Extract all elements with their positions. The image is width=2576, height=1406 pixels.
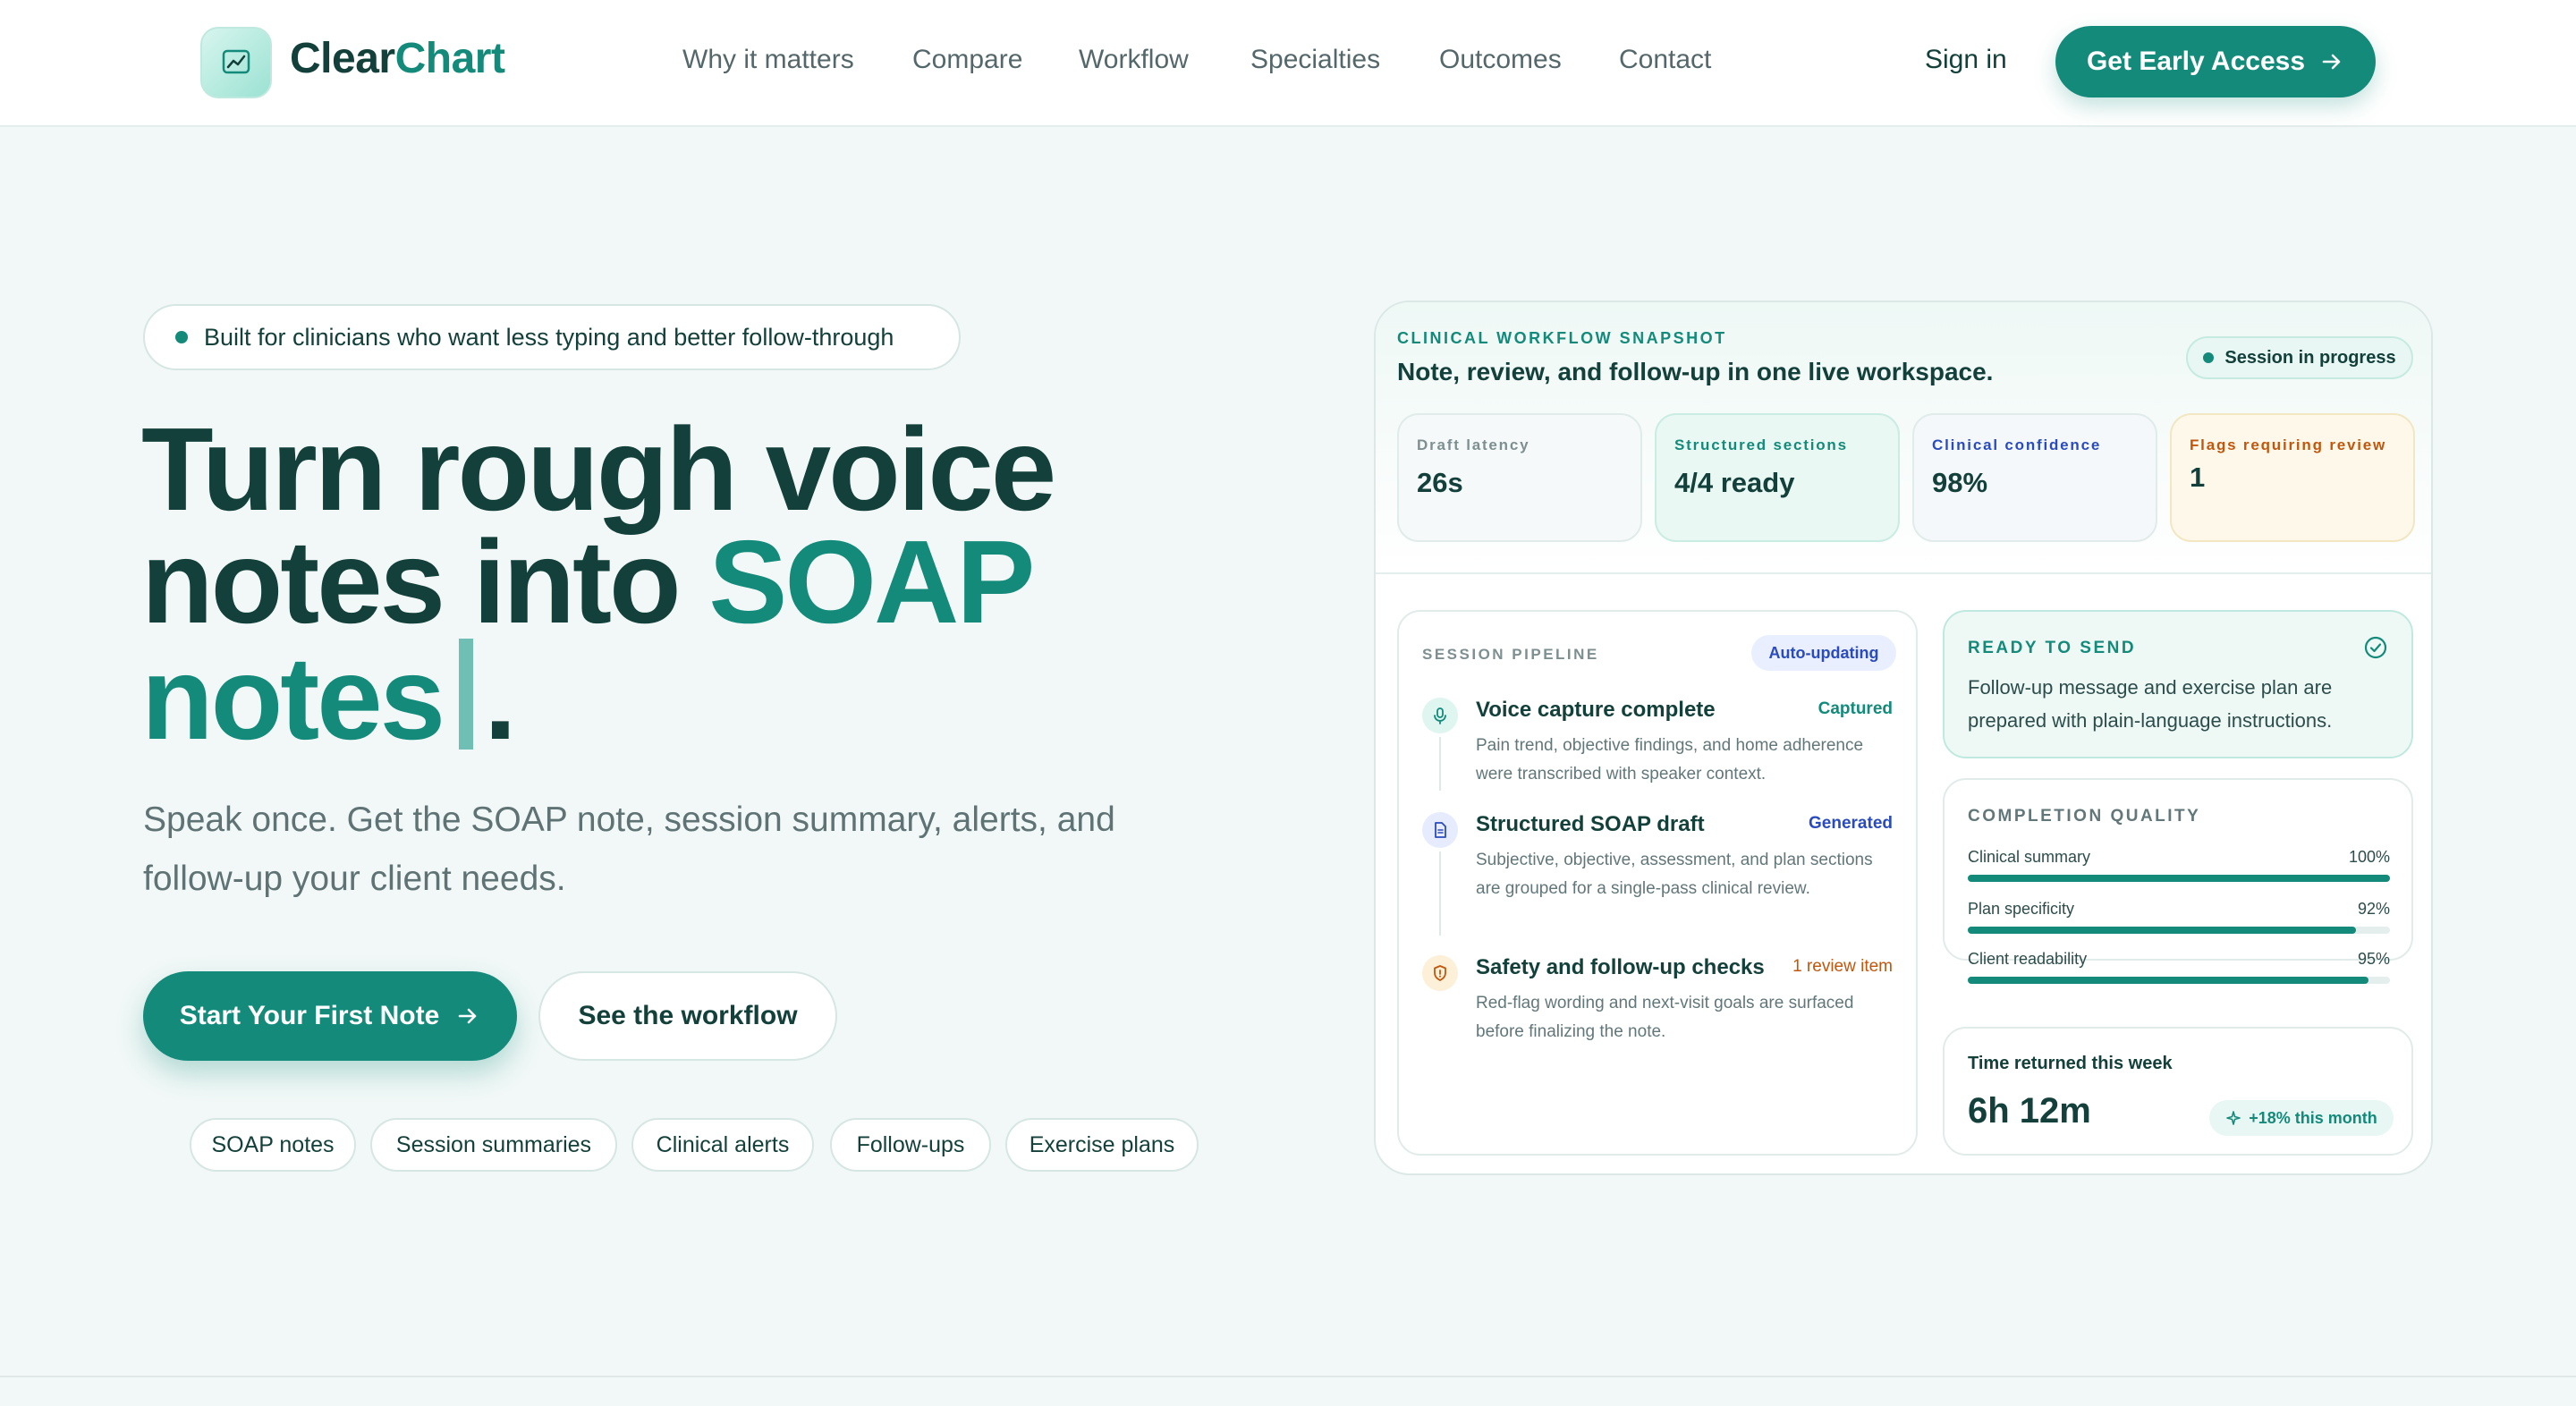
- progress-track: [1968, 875, 2390, 882]
- session-status-badge: Session in progress: [2186, 336, 2413, 379]
- ready-eyebrow: Ready to send: [1968, 639, 2137, 657]
- trend-badge: +18% this month: [2209, 1100, 2394, 1136]
- step-status: Captured: [1818, 699, 1893, 718]
- brand-name-part2: Chart: [394, 35, 505, 82]
- completion-quality-panel: Completion quality Clinical summary 100%…: [1943, 778, 2413, 984]
- progress-track: [1968, 927, 2390, 934]
- metric-label: Clinical confidence: [1932, 436, 2102, 453]
- step-description: Subjective, objective, assessment, and p…: [1476, 851, 1873, 898]
- chip-follow-ups[interactable]: Follow-ups: [830, 1118, 991, 1172]
- metric-clinical-confidence: Clinical confidence 98%: [1912, 413, 2157, 542]
- headline-line3-end: .: [484, 632, 517, 764]
- audience-badge: Built for clinicians who want less typin…: [143, 304, 961, 370]
- progress-fill: [1968, 875, 2390, 882]
- headline-line1: Turn rough voice: [141, 403, 1056, 535]
- check-circle-icon: [2363, 635, 2388, 660]
- arrow-right-icon: [2319, 49, 2344, 74]
- top-nav: ClearChart Why it matters Compare Workfl…: [0, 0, 2576, 127]
- badge-dot: [175, 331, 188, 343]
- headline-line2-plain: notes into: [141, 516, 709, 648]
- step-status: Generated: [1809, 814, 1893, 833]
- step-connector: [1439, 851, 1441, 936]
- metric-flags-review: Flags requiring review 1: [2170, 413, 2415, 542]
- auto-updating-badge: Auto-updating: [1751, 635, 1896, 671]
- sparkle-icon: [2225, 1110, 2241, 1126]
- snapshot-title: Note, review, and follow-up in one live …: [1397, 358, 1994, 385]
- start-first-note-label: Start Your First Note: [179, 1001, 440, 1030]
- microphone-icon: [1422, 698, 1458, 733]
- step-title: Voice capture complete: [1476, 698, 1716, 722]
- time-returned-panel: Time returned this week 6h 12m +18% this…: [1943, 1027, 2413, 1156]
- time-value: 6h 12m: [1968, 1091, 2091, 1131]
- progress-fill: [1968, 927, 2357, 934]
- headline-line2-accent: SOAP: [708, 516, 1035, 648]
- get-early-access-button[interactable]: Get Early Access: [2055, 26, 2376, 97]
- step-title: Structured SOAP draft: [1476, 812, 1705, 836]
- quality-label: Client readability: [1968, 950, 2088, 968]
- hero-headline: Turn rough voice notes into SOAP notes.: [141, 411, 1250, 758]
- metric-value: 4/4 ready: [1674, 467, 1795, 498]
- quality-label: Plan specificity: [1968, 900, 2075, 918]
- workflow-snapshot-card: Clinical workflow snapshot Note, review,…: [1374, 301, 2433, 1175]
- step-description: Red-flag wording and next-visit goals ar…: [1476, 994, 1854, 1041]
- nav-link-workflow[interactable]: Workflow: [1079, 45, 1189, 75]
- step-connector: [1439, 737, 1441, 791]
- ready-to-send-panel: Ready to send Follow-up message and exer…: [1943, 610, 2413, 758]
- nav-link-compare[interactable]: Compare: [912, 45, 1022, 75]
- audience-badge-text: Built for clinicians who want less typin…: [204, 323, 894, 351]
- chip-session-summaries[interactable]: Session summaries: [370, 1118, 617, 1172]
- shield-alert-icon: [1422, 955, 1458, 991]
- logo-mark[interactable]: [200, 27, 272, 98]
- brand-name[interactable]: ClearChart: [290, 34, 505, 83]
- sign-in-link[interactable]: Sign in: [1925, 45, 2007, 75]
- chip-clinical-alerts[interactable]: Clinical alerts: [631, 1118, 814, 1172]
- chip-soap-notes[interactable]: SOAP notes: [190, 1118, 356, 1172]
- nav-link-outcomes[interactable]: Outcomes: [1439, 45, 1562, 75]
- get-early-access-label: Get Early Access: [2086, 47, 2306, 76]
- metric-value: 1: [2190, 462, 2206, 493]
- metric-label: Flags requiring review: [2190, 436, 2387, 453]
- typing-caret: [459, 639, 474, 750]
- status-dot: [2203, 352, 2215, 363]
- quality-value: 100%: [2348, 848, 2390, 866]
- headline-line3-accent: notes: [141, 632, 445, 764]
- quality-value: 92%: [2357, 900, 2390, 918]
- hero-subtitle: Speak once. Get the SOAP note, session s…: [143, 800, 1115, 898]
- section-divider: [0, 1376, 2576, 1377]
- session-pipeline-panel: Session pipeline Auto-updating Voice cap…: [1397, 610, 1918, 1156]
- document-icon: [1422, 812, 1458, 848]
- metric-label: Draft latency: [1417, 436, 1530, 453]
- time-label: Time returned this week: [1968, 1054, 2173, 1073]
- snapshot-header: Clinical workflow snapshot Note, review,…: [1376, 302, 2431, 574]
- nav-link-contact[interactable]: Contact: [1619, 45, 1711, 75]
- ready-message: Follow-up message and exercise plan are …: [1968, 676, 2333, 732]
- chart-logo-icon: [221, 47, 251, 78]
- nav-link-specialties[interactable]: Specialties: [1250, 45, 1380, 75]
- metric-draft-latency: Draft latency 26s: [1397, 413, 1642, 542]
- quality-value: 95%: [2357, 950, 2390, 968]
- arrow-right-icon: [455, 1004, 480, 1029]
- step-title: Safety and follow-up checks: [1476, 955, 1765, 979]
- session-status-text: Session in progress: [2224, 347, 2396, 368]
- progress-fill: [1968, 977, 2369, 984]
- snapshot-eyebrow: Clinical workflow snapshot: [1397, 329, 1727, 347]
- progress-track: [1968, 977, 2390, 984]
- metric-structured-sections: Structured sections 4/4 ready: [1655, 413, 1900, 542]
- step-description: Pain trend, objective findings, and home…: [1476, 736, 1864, 783]
- pipeline-eyebrow: Session pipeline: [1422, 646, 1599, 663]
- chip-exercise-plans[interactable]: Exercise plans: [1005, 1118, 1199, 1172]
- metric-value: 98%: [1932, 467, 1988, 498]
- brand-name-part1: Clear: [290, 35, 395, 82]
- metric-value: 26s: [1417, 467, 1463, 498]
- quality-eyebrow: Completion quality: [1968, 807, 2201, 826]
- nav-link-why-it-matters[interactable]: Why it matters: [682, 45, 854, 75]
- trend-text: +18% this month: [2249, 1108, 2377, 1127]
- start-first-note-button[interactable]: Start Your First Note: [143, 971, 517, 1061]
- metric-label: Structured sections: [1674, 436, 1848, 453]
- step-status: 1 review item: [1792, 957, 1893, 976]
- quality-label: Clinical summary: [1968, 848, 2091, 866]
- see-workflow-button[interactable]: See the workflow: [538, 971, 837, 1061]
